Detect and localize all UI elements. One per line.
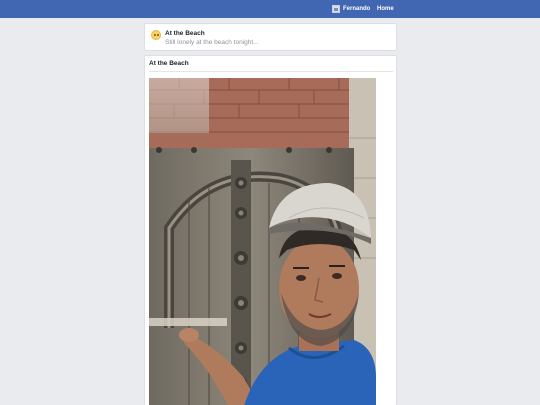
profile-picture-icon: [332, 5, 340, 13]
profile-name: Fernando: [343, 6, 371, 12]
status-title: At the Beach: [165, 30, 205, 37]
status-card: At the Beach Still lonely at the beach t…: [144, 23, 397, 51]
status-text: Still lonely at the beach tonight...: [165, 39, 259, 46]
divider: [149, 71, 393, 72]
post-card: At the Beach: [144, 55, 397, 405]
selfie-photo-illustration: [149, 78, 376, 405]
smiley-face-icon: [151, 30, 161, 40]
top-navigation-bar: Fernando Home: [0, 0, 540, 18]
home-link[interactable]: Home: [377, 3, 394, 15]
post-title: At the Beach: [149, 60, 189, 67]
post-photo[interactable]: [149, 78, 376, 405]
profile-link[interactable]: Fernando: [332, 3, 370, 15]
home-label: Home: [377, 6, 394, 12]
